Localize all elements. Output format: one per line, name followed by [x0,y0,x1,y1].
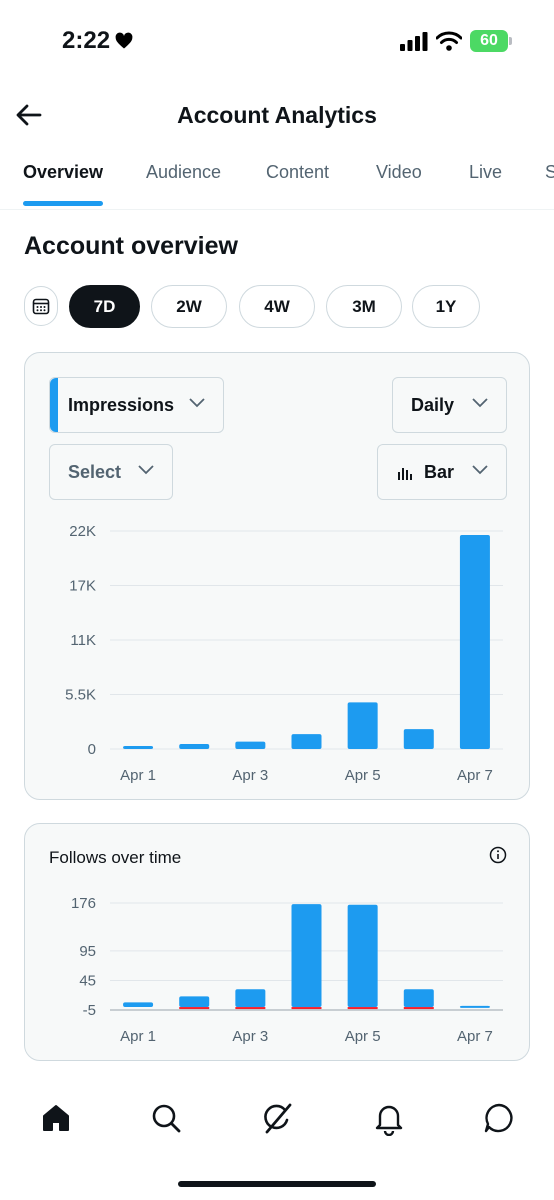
negative-bar-apr-5 [347,1007,378,1010]
calendar-icon [32,298,50,315]
follows-chart: 176 95 45 -5 Apr 1 Apr 3 Apr 5 Apr 7 [71,895,503,1045]
bar-apr-7 [459,534,490,749]
tab-partial[interactable]: S [545,162,554,183]
bar-apr-1 [123,1002,154,1008]
battery-icon: 60 [470,30,512,52]
active-tab-indicator [23,201,103,206]
search-icon[interactable] [148,1100,184,1136]
y-tick-label: 5.5K [65,687,96,704]
y-tick-label: 95 [79,943,96,960]
heart-icon [115,32,133,49]
x-tick-label: Apr 5 [345,767,381,784]
y-tick-label: 11K [70,632,96,649]
bar-apr-4 [291,904,322,1008]
home-icon[interactable] [38,1100,74,1136]
y-tick-label: 45 [79,972,96,989]
header: Account Analytics [0,92,554,138]
x-tick-label: Apr 1 [120,1028,156,1045]
y-tick-label: 176 [71,895,96,912]
section-title: Account overview [24,232,238,260]
x-tick-label: Apr 7 [457,767,493,784]
tab-audience[interactable]: Audience [146,162,221,183]
bottom-nav [0,1090,554,1146]
home-indicator [178,1181,376,1187]
bar-apr-7 [459,1005,490,1008]
bar-apr-3 [235,741,266,749]
bar-apr-5 [347,702,378,749]
cellular-signal-icon [400,32,428,51]
range-2w-button[interactable]: 2W [151,285,227,328]
follows-card: Follows over time 176 95 45 -5 Apr 1 Apr 3 Apr… [24,823,530,1061]
messages-icon[interactable] [481,1100,517,1136]
bar-apr-1 [123,746,154,749]
page-title: Account Analytics [177,102,377,128]
grok-icon[interactable] [259,1100,295,1136]
notifications-bell-icon[interactable] [371,1100,407,1136]
date-picker-button[interactable] [24,286,58,326]
status-indicators: 60 [400,30,512,52]
bar-apr-6 [403,729,434,749]
negative-bar-apr-2 [179,1007,210,1010]
y-tick-label: 22K [69,523,96,540]
range-7d-button[interactable]: 7D [69,285,140,328]
y-tick-label: 0 [88,741,96,758]
tab-overview[interactable]: Overview [23,162,103,183]
range-1y-button[interactable]: 1Y [412,285,480,328]
impressions-chart: 22K 17K 11K 5.5K 0 Apr 1 Apr 3 Apr 5 Apr 7 [65,523,503,784]
bar-apr-2 [179,996,210,1008]
status-time-group: 2:22 [62,27,134,55]
status-bar: 2:22 60 [0,0,554,84]
status-time: 2:22 [62,27,111,54]
negative-bar-apr-6 [403,1007,434,1010]
bar-apr-4 [291,734,322,749]
tab-content[interactable]: Content [266,162,329,183]
negative-bar-apr-4 [291,1007,322,1010]
impressions-card: Impressions Daily Select Bar 22K 17K 11K 5.… [24,352,530,800]
tab-live[interactable]: Live [469,162,502,183]
range-3m-button[interactable]: 3M [326,285,402,328]
bar-apr-3 [235,989,266,1008]
x-tick-label: Apr 3 [232,1028,268,1045]
y-tick-label: -5 [83,1002,96,1019]
tab-bar: Overview Audience Content Video Live S [0,150,554,210]
range-4w-button[interactable]: 4W [239,285,315,328]
tab-video[interactable]: Video [376,162,422,183]
wifi-icon [436,31,462,51]
x-tick-label: Apr 7 [457,1028,493,1045]
x-tick-label: Apr 1 [120,767,156,784]
x-tick-label: Apr 3 [232,767,268,784]
negative-bar-apr-3 [235,1007,266,1010]
bar-apr-5 [347,904,378,1008]
y-tick-label: 17K [69,578,96,595]
bar-apr-2 [179,744,210,749]
x-tick-label: Apr 5 [345,1028,381,1045]
battery-level: 60 [480,32,498,49]
bar-apr-6 [403,989,434,1008]
